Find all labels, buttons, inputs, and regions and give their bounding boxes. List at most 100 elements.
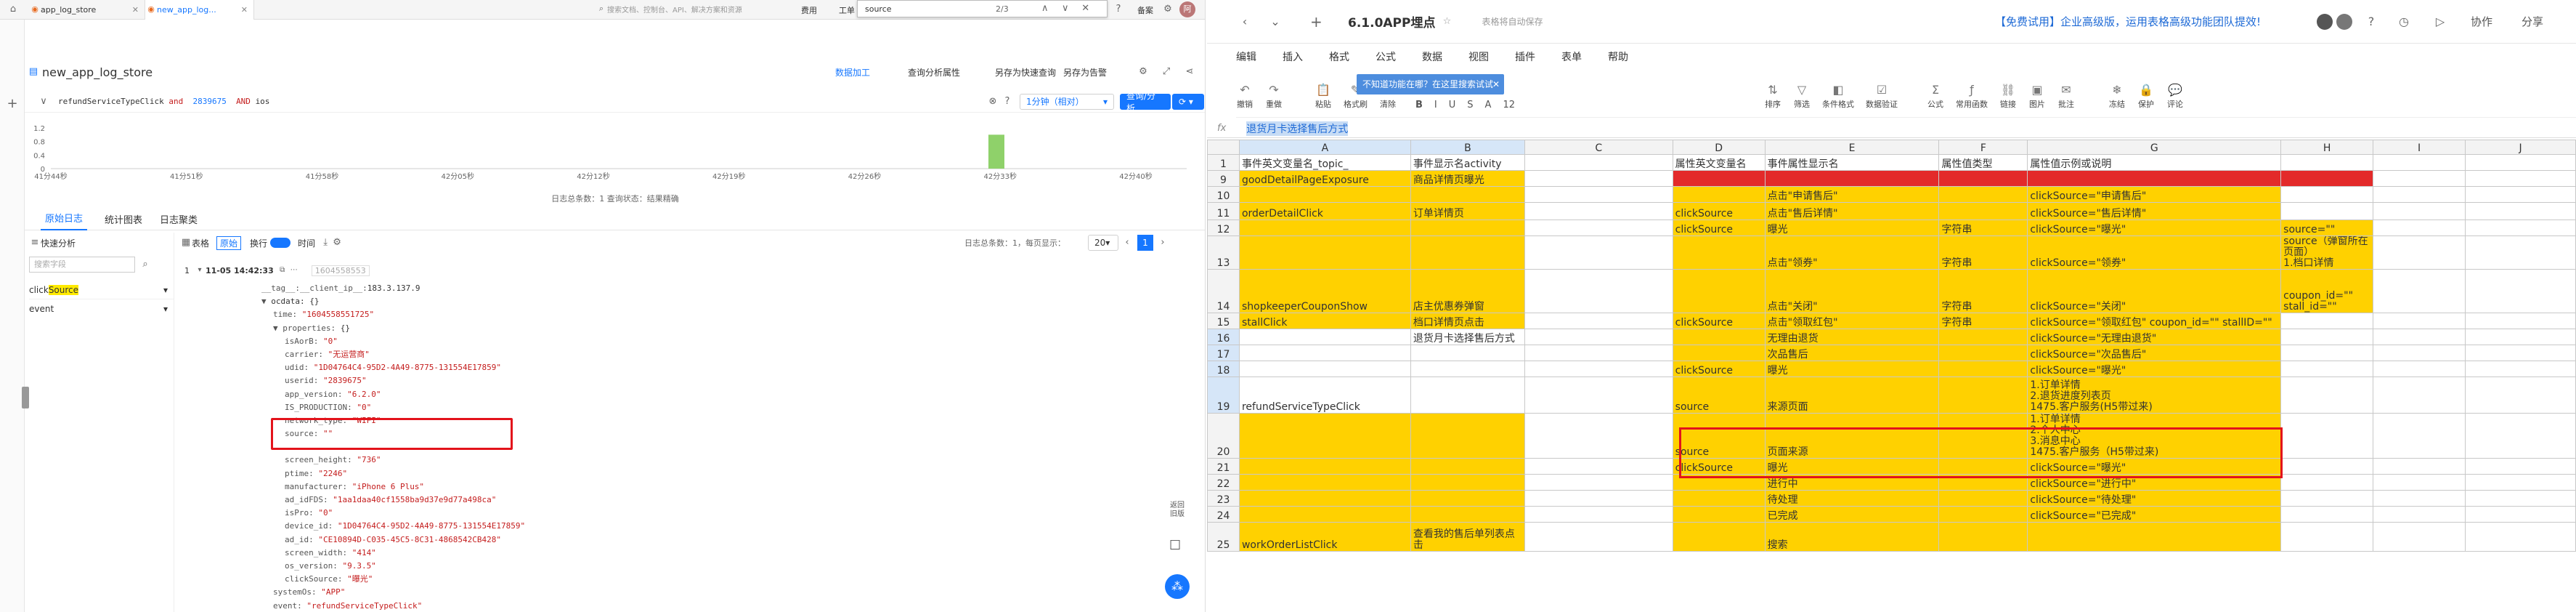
menu-item[interactable]: 帮助	[1608, 49, 1628, 64]
cell-h[interactable]	[2280, 186, 2374, 203]
header-cell[interactable]	[2373, 154, 2466, 171]
cell-a[interactable]: goodDetailPageExposure	[1238, 170, 1411, 187]
header-cell[interactable]	[2465, 154, 2576, 171]
tab-raw-logs[interactable]: 原始日志	[41, 209, 87, 230]
cell-i[interactable]	[2373, 361, 2466, 377]
cell-i[interactable]	[2373, 329, 2466, 345]
query-attribute-link[interactable]: 查询分析属性	[908, 66, 960, 78]
row-header[interactable]: 19	[1207, 377, 1240, 414]
menu-item[interactable]: 格式	[1329, 49, 1349, 64]
cell-j[interactable]	[2465, 269, 2576, 313]
cell-j[interactable]	[2465, 474, 2576, 491]
toolbar-button[interactable]: Σ 公式	[1927, 82, 1944, 110]
back-icon[interactable]: ‹	[1239, 15, 1251, 28]
cell-e[interactable]: 点击"领取红包"	[1764, 313, 1940, 329]
cell-e[interactable]: 次品售后	[1764, 345, 1940, 361]
cell-h[interactable]	[2280, 458, 2374, 475]
cell-h[interactable]: coupon_id="" stall_id=""	[2280, 269, 2374, 313]
toolbar-button[interactable]: ƒ 常用函数	[1956, 82, 1988, 110]
cell-d[interactable]	[1672, 490, 1766, 507]
cell-a[interactable]: refundServiceTypeClick	[1238, 377, 1411, 414]
row-header[interactable]: 12	[1207, 220, 1240, 236]
cell-d[interactable]: clickSource	[1672, 202, 1766, 220]
cell-e[interactable]: 待处理	[1764, 490, 1940, 507]
save-alert-link[interactable]: 另存为告警	[1063, 66, 1107, 78]
return-old-version[interactable]: 返回旧版	[1168, 502, 1187, 519]
chat-icon[interactable]: ☐	[1169, 538, 1181, 553]
cell-i[interactable]	[2373, 490, 2466, 507]
cell-c[interactable]	[1524, 186, 1673, 203]
row-header[interactable]: 21	[1207, 458, 1240, 475]
cell-c[interactable]	[1524, 202, 1673, 220]
cell-i[interactable]	[2373, 186, 2466, 203]
cell-g[interactable]: clickSource="待处理"	[2027, 490, 2282, 507]
cell-d[interactable]	[1672, 506, 1766, 523]
column-header[interactable]: H	[2280, 140, 2374, 155]
cell-d[interactable]: clickSource	[1672, 313, 1766, 329]
play-icon[interactable]: ▷	[2434, 15, 2446, 28]
cell-j[interactable]	[2465, 313, 2576, 329]
field-item-event[interactable]: event ▾	[29, 299, 174, 318]
close-icon[interactable]: ✕	[1080, 3, 1092, 15]
cell-h[interactable]	[2280, 313, 2374, 329]
header-cell[interactable]: 属性英文变量名	[1672, 154, 1766, 171]
cell-a[interactable]: workOrderListClick	[1238, 522, 1411, 552]
page-size-select[interactable]: 20 ▾	[1088, 235, 1118, 251]
cell-j[interactable]	[2465, 490, 2576, 507]
clear-icon[interactable]: ⊗	[987, 96, 999, 108]
cell-h[interactable]: source（弹窗所在页面） 1.档口详情	[2280, 235, 2374, 270]
close-icon[interactable]: ✕	[1492, 74, 1500, 94]
chevron-down-icon[interactable]: ∨	[38, 96, 49, 108]
menu-fees[interactable]: 费用	[801, 4, 817, 16]
add-icon[interactable]: +	[7, 97, 18, 110]
cell-e[interactable]: 来源页面	[1764, 377, 1940, 414]
header-cell[interactable]: 事件属性显示名	[1764, 154, 1940, 171]
help-icon[interactable]: ?	[1113, 4, 1124, 15]
download-icon[interactable]: ⤓	[320, 237, 331, 249]
column-header[interactable]: G	[2027, 140, 2282, 155]
cell-b[interactable]	[1410, 413, 1525, 459]
avatar[interactable]	[2336, 13, 2352, 30]
cell-i[interactable]	[2373, 269, 2466, 313]
cell-e[interactable]: 曝光	[1764, 361, 1940, 377]
table-icon[interactable]: ▦	[180, 237, 192, 249]
dropdown-icon[interactable]: ⌄	[1269, 15, 1281, 28]
row-header[interactable]: 25	[1207, 522, 1240, 552]
corner-cell[interactable]	[1207, 140, 1240, 155]
cell-b[interactable]	[1410, 220, 1525, 236]
toolbar-button[interactable]: ◧ 条件格式	[1822, 82, 1854, 110]
cell-g[interactable]: clickSource="曝光"	[2027, 361, 2282, 377]
cell-i[interactable]	[2373, 413, 2466, 459]
cell-b[interactable]	[1410, 506, 1525, 523]
cell-c[interactable]	[1524, 413, 1673, 459]
collapse-handle[interactable]	[22, 387, 29, 408]
cell-f[interactable]	[1938, 329, 2028, 345]
cell-e[interactable]: 曝光	[1764, 220, 1940, 236]
assistant-icon[interactable]: ⁂	[1165, 574, 1190, 599]
cell-g[interactable]: clickSource="无理由退货"	[2027, 329, 2282, 345]
cell-j[interactable]	[2465, 345, 2576, 361]
expand-icon[interactable]: ▾	[194, 265, 206, 276]
format-i-button[interactable]: I	[1434, 100, 1437, 110]
menu-item[interactable]: 插入	[1283, 49, 1303, 64]
cell-g[interactable]: clickSource="关闭"	[2027, 269, 2282, 313]
time-sort[interactable]: 时间	[298, 237, 315, 249]
wrap-toggle[interactable]	[270, 238, 291, 248]
filing-link[interactable]: 备案	[1137, 4, 1153, 16]
view-table[interactable]: 表格	[192, 237, 209, 249]
cell-i[interactable]	[2373, 235, 2466, 270]
cell-c[interactable]	[1524, 345, 1673, 361]
row-header[interactable]: 10	[1207, 186, 1240, 203]
row-header[interactable]: 24	[1207, 506, 1240, 523]
tab-app-log-store[interactable]: ◉ app_log_store ✕	[29, 0, 145, 20]
menu-item[interactable]: 编辑	[1236, 49, 1256, 64]
cell-e[interactable]: 点击"售后详情"	[1764, 202, 1940, 220]
gear-icon[interactable]: ⚙	[1137, 66, 1149, 78]
share-button[interactable]: 分享	[2522, 14, 2543, 29]
close-icon[interactable]: ✕	[132, 5, 139, 15]
cell-b[interactable]	[1410, 361, 1525, 377]
row-header[interactable]: 1	[1207, 154, 1240, 171]
cell-a[interactable]	[1238, 345, 1411, 361]
cell-a[interactable]	[1238, 220, 1411, 236]
cell-e[interactable]: 无理由退货	[1764, 329, 1940, 345]
